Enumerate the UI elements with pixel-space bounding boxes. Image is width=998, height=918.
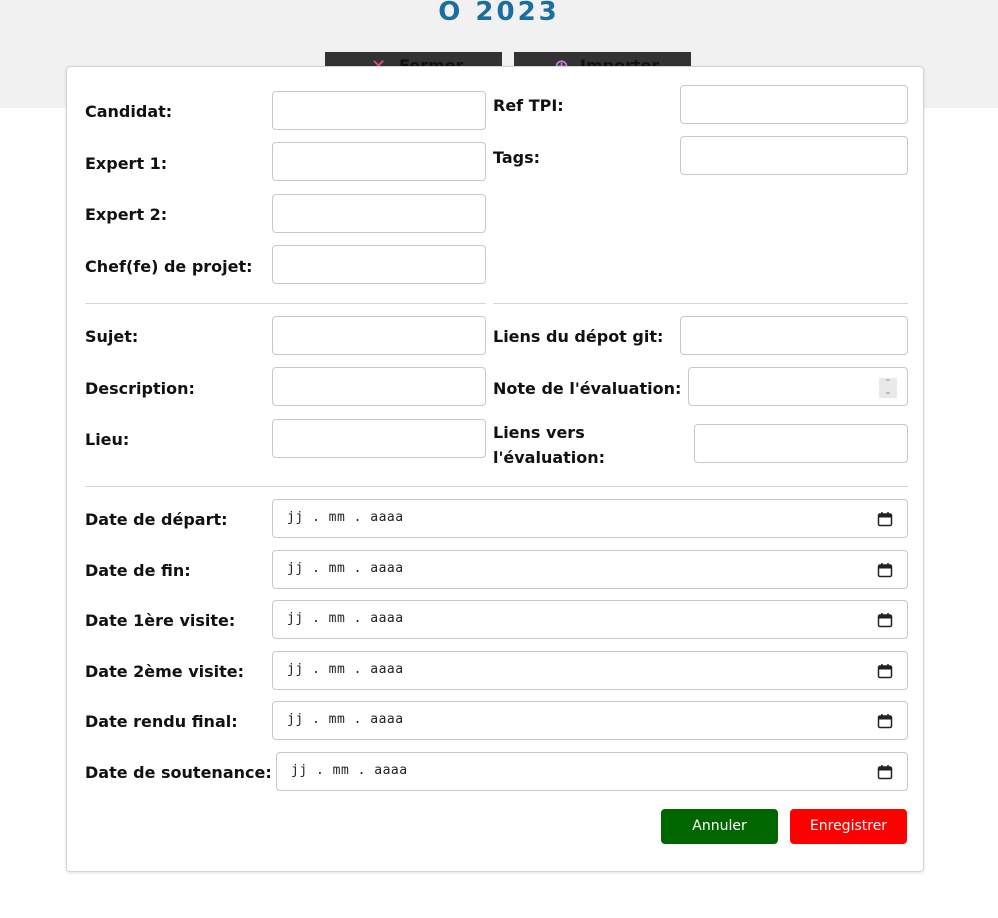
date-rendu-input[interactable]: jj . mm . aaaa — [272, 701, 908, 740]
candidat-input[interactable] — [272, 91, 486, 130]
expert2-input[interactable] — [272, 194, 486, 233]
description-label: Description: — [85, 379, 195, 398]
note-evaluation-label: Note de l'évaluation: — [493, 379, 682, 398]
expert1-label: Expert 1: — [85, 154, 168, 173]
date-visite2-input[interactable]: jj . mm . aaaa — [272, 651, 908, 690]
date-soutenance-placeholder: jj . mm . aaaa — [291, 763, 408, 778]
save-button[interactable]: Enregistrer — [790, 809, 907, 844]
lieu-label: Lieu: — [85, 430, 130, 449]
date-visite1-input[interactable]: jj . mm . aaaa — [272, 600, 908, 639]
page-title: O 2023 — [438, 0, 560, 27]
liens-evaluation-label-line1: Liens vers — [493, 423, 585, 442]
description-input[interactable] — [272, 367, 486, 406]
liens-git-label: Liens du dépot git: — [493, 327, 664, 346]
tags-label: Tags: — [493, 148, 541, 167]
date-visite1-label: Date 1ère visite: — [85, 611, 236, 630]
separator-2 — [85, 486, 908, 487]
date-depart-label: Date de départ: — [85, 510, 228, 529]
date-depart-input[interactable]: jj . mm . aaaa — [272, 499, 908, 538]
note-evaluation-input[interactable]: ⌃ ⌄ — [688, 367, 908, 406]
chef-projet-input[interactable] — [272, 245, 486, 284]
date-visite1-placeholder: jj . mm . aaaa — [287, 611, 404, 626]
date-depart-placeholder: jj . mm . aaaa — [287, 510, 404, 525]
liens-evaluation-input[interactable] — [694, 424, 908, 463]
date-soutenance-input[interactable]: jj . mm . aaaa — [276, 752, 908, 791]
liens-evaluation-label-line2: l'évaluation: — [493, 448, 606, 467]
calendar-icon[interactable] — [877, 562, 893, 578]
calendar-icon[interactable] — [877, 764, 893, 780]
date-rendu-placeholder: jj . mm . aaaa — [287, 712, 404, 727]
date-fin-label: Date de fin: — [85, 561, 191, 580]
chef-projet-label: Chef(fe) de projet: — [85, 257, 253, 276]
calendar-icon[interactable] — [877, 612, 893, 628]
date-visite2-label: Date 2ème visite: — [85, 662, 245, 681]
date-fin-placeholder: jj . mm . aaaa — [287, 561, 404, 576]
lieu-input[interactable] — [272, 419, 486, 458]
liens-git-input[interactable] — [680, 316, 908, 355]
date-visite2-placeholder: jj . mm . aaaa — [287, 662, 404, 677]
cancel-button[interactable]: Annuler — [661, 809, 778, 844]
candidat-label: Candidat: — [85, 102, 173, 121]
expert2-label: Expert 2: — [85, 205, 168, 224]
date-soutenance-label: Date de soutenance: — [85, 763, 272, 782]
calendar-icon[interactable] — [877, 663, 893, 679]
separator-right-1 — [493, 303, 908, 304]
date-rendu-label: Date rendu final: — [85, 712, 238, 731]
separator-left-1 — [85, 303, 486, 304]
expert1-input[interactable] — [272, 142, 486, 181]
ref-tpi-label: Ref TPI: — [493, 96, 564, 115]
ref-tpi-input[interactable] — [680, 85, 908, 124]
date-fin-input[interactable]: jj . mm . aaaa — [272, 550, 908, 589]
number-spinner-icon[interactable]: ⌃ ⌄ — [879, 378, 897, 398]
sujet-label: Sujet: — [85, 327, 139, 346]
sujet-input[interactable] — [272, 316, 486, 355]
tags-input[interactable] — [680, 136, 908, 175]
tpi-form-modal: Candidat: Expert 1: Expert 2: Chef(fe) d… — [66, 66, 924, 872]
calendar-icon[interactable] — [877, 511, 893, 527]
calendar-icon[interactable] — [877, 713, 893, 729]
